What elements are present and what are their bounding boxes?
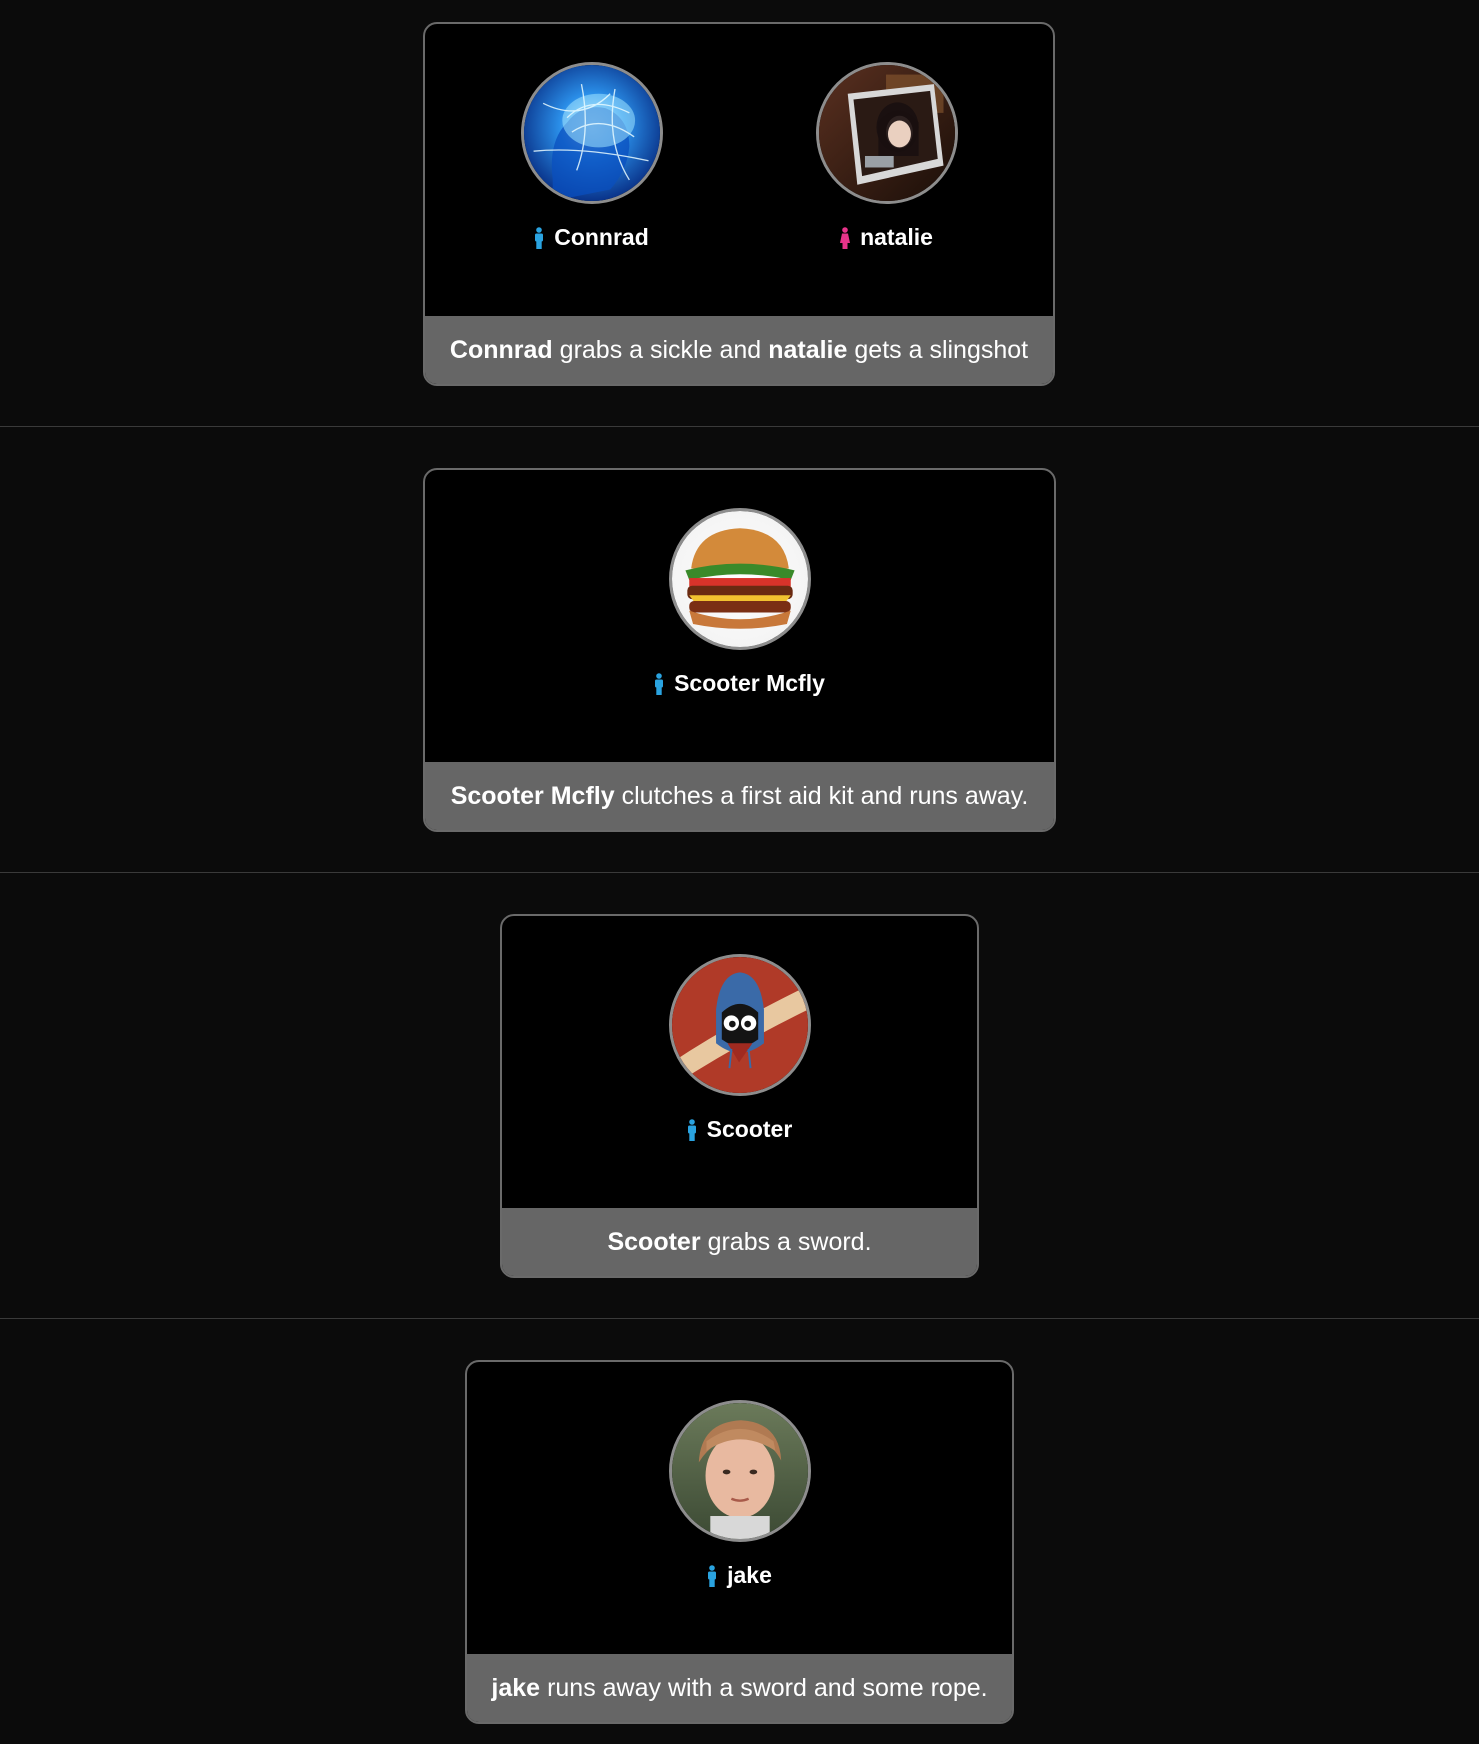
avatar xyxy=(815,62,958,204)
player-tribute: Connrad xyxy=(519,62,664,251)
female-icon xyxy=(840,226,851,249)
event-caption: jake runs away with a sword and some rop… xyxy=(467,1654,1012,1722)
male-icon xyxy=(534,226,544,249)
event-caption: Scooter Mcfly clutches a first aid kit a… xyxy=(425,762,1054,830)
event-card: Connrad natalie Connrad grabs a sickle a… xyxy=(423,22,1055,386)
caption-player-name: Scooter Mcfly xyxy=(450,781,615,810)
male-icon xyxy=(687,1118,697,1141)
event-section: Scooter Mcfly Scooter Mcfly clutches a f… xyxy=(0,446,1479,892)
player-tribute: natalie xyxy=(814,62,959,251)
divider xyxy=(0,872,1479,873)
caption-player-name: Connrad xyxy=(449,335,553,364)
caption-player-name: Scooter xyxy=(607,1227,701,1256)
event-feed: Connrad natalie Connrad grabs a sickle a… xyxy=(0,0,1479,1744)
event-card: Scooter Scooter grabs a sword. xyxy=(500,914,979,1278)
avatar xyxy=(668,1400,811,1542)
divider xyxy=(0,1318,1479,1319)
caption-text: grabs a sickle and xyxy=(559,335,762,364)
player-tribute: jake xyxy=(640,1400,840,1589)
player-name: jake xyxy=(727,1562,772,1588)
caption-text: grabs a sword. xyxy=(707,1227,872,1256)
male-icon xyxy=(707,1564,717,1587)
player-name: Scooter xyxy=(706,1116,793,1142)
avatar xyxy=(520,62,663,204)
player-tribute: Scooter Mcfly xyxy=(640,508,840,697)
event-caption: Scooter grabs a sword. xyxy=(502,1208,977,1276)
boy-photo-avatar xyxy=(671,1403,808,1539)
player-name: natalie xyxy=(860,224,933,250)
event-card: jake jake runs away with a sword and som… xyxy=(465,1360,1014,1724)
player-name: Scooter Mcfly xyxy=(674,670,825,696)
event-section: Scooter Scooter grabs a sword. xyxy=(0,892,1479,1338)
divider xyxy=(0,426,1479,427)
glowing-brain-avatar xyxy=(523,65,660,201)
male-icon xyxy=(654,672,664,695)
caption-text: gets a slingshot xyxy=(854,335,1029,364)
hooded-cartoon-avatar xyxy=(671,957,808,1093)
event-card: Scooter Mcfly Scooter Mcfly clutches a f… xyxy=(423,468,1056,832)
caption-player-name: natalie xyxy=(768,335,848,364)
girl-photo-avatar xyxy=(818,65,955,201)
player-name: Connrad xyxy=(554,224,649,250)
event-section: Connrad natalie Connrad grabs a sickle a… xyxy=(0,0,1479,446)
caption-text: clutches a first aid kit and runs away. xyxy=(621,781,1029,810)
caption-text: runs away with a sword and some rope. xyxy=(547,1673,988,1702)
event-caption: Connrad grabs a sickle and natalie gets … xyxy=(425,316,1053,384)
player-tribute: Scooter xyxy=(640,954,840,1143)
caption-player-name: jake xyxy=(491,1673,541,1702)
burger-avatar xyxy=(671,511,808,647)
event-section: jake jake runs away with a sword and som… xyxy=(0,1338,1479,1744)
avatar xyxy=(668,508,811,650)
avatar xyxy=(668,954,811,1096)
